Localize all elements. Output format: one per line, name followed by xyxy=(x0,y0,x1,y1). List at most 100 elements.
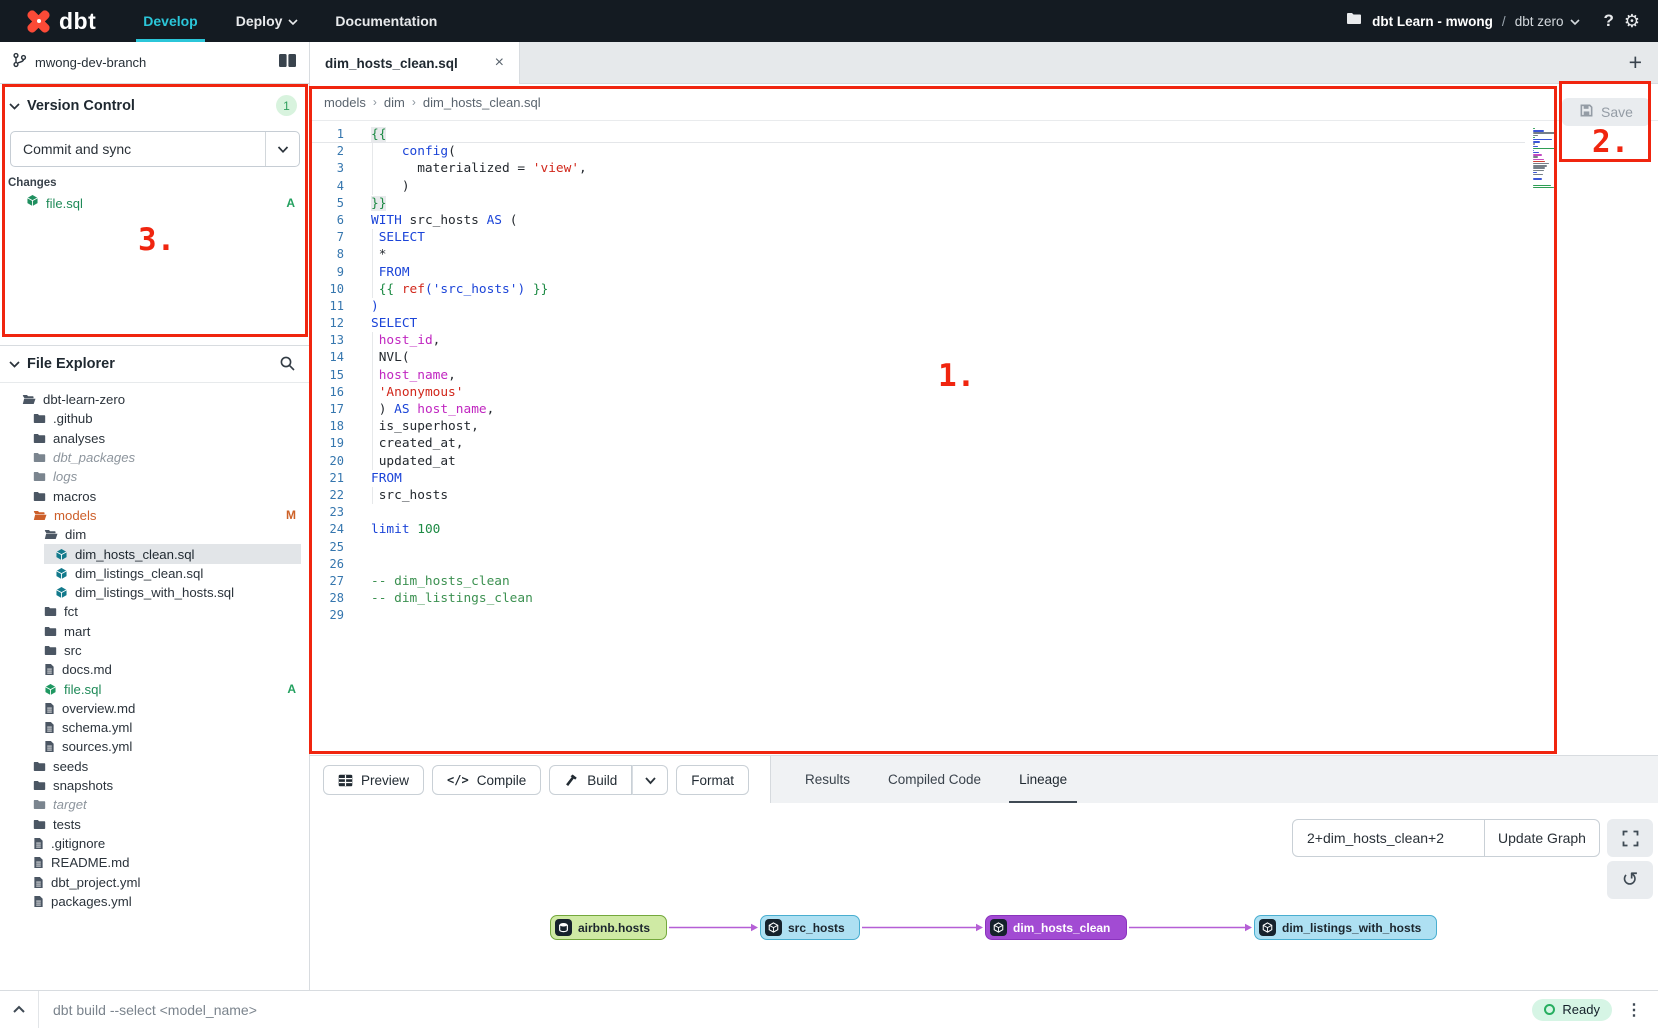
tree-item-fct[interactable]: fct xyxy=(0,602,309,621)
tree-item-file.sql[interactable]: file.sqlA xyxy=(0,679,309,698)
code-line-10[interactable]: 10 {{ ref('src_hosts') }} xyxy=(310,281,1525,298)
code-line-7[interactable]: 7 SELECT xyxy=(310,229,1525,246)
breadcrumb: models › dim › dim_hosts_clean.sql xyxy=(310,84,1658,121)
nav-item-documentation[interactable]: Documentation xyxy=(316,0,456,42)
code-line-18[interactable]: 18 is_superhost, xyxy=(310,418,1525,435)
nav-item-deploy[interactable]: Deploy xyxy=(217,0,317,42)
tree-item-README.md[interactable]: README.md xyxy=(0,853,309,872)
tree-item-schema.yml[interactable]: schema.yml xyxy=(0,718,309,737)
tree-item-tests[interactable]: tests xyxy=(0,815,309,834)
tree-item-dim_listings_with_hosts.sql[interactable]: dim_listings_with_hosts.sql xyxy=(0,583,309,602)
code-line-4[interactable]: 4 ) xyxy=(310,178,1525,195)
tree-item-.gitignore[interactable]: .gitignore xyxy=(0,834,309,853)
code-line-28[interactable]: 28-- dim_listings_clean xyxy=(310,590,1525,607)
breadcrumb-dim[interactable]: dim xyxy=(384,95,405,110)
branch-name[interactable]: mwong-dev-branch xyxy=(35,55,146,70)
code-line-21[interactable]: 21FROM xyxy=(310,470,1525,487)
tree-item-snapshots[interactable]: snapshots xyxy=(0,776,309,795)
divider xyxy=(38,991,39,1028)
code-line-1[interactable]: 1{{ xyxy=(310,126,1525,143)
change-item-file.sql[interactable]: file.sqlA xyxy=(0,193,309,213)
docs-book-icon[interactable] xyxy=(278,53,297,73)
tab-compiled-code[interactable]: Compiled Code xyxy=(882,756,987,803)
build-options-chevron[interactable] xyxy=(632,765,668,795)
chevron-up-icon[interactable] xyxy=(12,1005,26,1014)
tree-item-.github[interactable]: .github xyxy=(0,409,309,428)
tree-item-logs[interactable]: logs xyxy=(0,467,309,486)
code-line-23[interactable]: 23 xyxy=(310,504,1525,521)
search-icon[interactable] xyxy=(279,355,296,377)
code-line-16[interactable]: 16 'Anonymous' xyxy=(310,384,1525,401)
code-line-22[interactable]: 22 src_hosts xyxy=(310,487,1525,504)
code-line-26[interactable]: 26 xyxy=(310,556,1525,573)
file-explorer-header[interactable]: File Explorer xyxy=(0,346,309,383)
lineage-node-dim_listings_with_hosts[interactable]: dim_listings_with_hosts xyxy=(1254,915,1437,940)
command-input[interactable]: dbt build --select <model_name> xyxy=(53,1002,257,1018)
tree-item-models[interactable]: modelsM xyxy=(0,506,309,525)
lineage-node-src_hosts[interactable]: src_hosts xyxy=(760,915,860,940)
line-number: 18 xyxy=(310,418,344,435)
code-line-15[interactable]: 15 host_name, xyxy=(310,367,1525,384)
lineage-node-airbnb.hosts[interactable]: airbnb.hosts xyxy=(550,915,667,940)
tab-dim-hosts-clean[interactable]: dim_hosts_clean.sql × xyxy=(310,42,520,84)
code-line-20[interactable]: 20 updated_at xyxy=(310,453,1525,470)
tree-item-seeds[interactable]: seeds xyxy=(0,757,309,776)
breadcrumb-models[interactable]: models xyxy=(324,95,366,110)
tree-item-src[interactable]: src xyxy=(0,641,309,660)
chevron-down-icon[interactable] xyxy=(265,132,299,166)
breadcrumb-file[interactable]: dim_hosts_clean.sql xyxy=(423,95,541,110)
code-line-19[interactable]: 19 created_at, xyxy=(310,435,1525,452)
tree-item-packages.yml[interactable]: packages.yml xyxy=(0,892,309,911)
code-line-13[interactable]: 13 host_id, xyxy=(310,332,1525,349)
close-icon[interactable]: × xyxy=(495,54,504,72)
code-line-8[interactable]: 8 * xyxy=(310,246,1525,263)
tree-item-sources.yml[interactable]: sources.yml xyxy=(0,737,309,756)
code-line-27[interactable]: 27-- dim_hosts_clean xyxy=(310,573,1525,590)
tree-item-overview.md[interactable]: overview.md xyxy=(0,699,309,718)
nav-item-develop[interactable]: Develop xyxy=(124,0,216,42)
commit-and-sync-select[interactable]: Commit and sync xyxy=(10,131,300,167)
tree-item-target[interactable]: target xyxy=(0,795,309,814)
lineage-node-dim_hosts_clean[interactable]: dim_hosts_clean xyxy=(985,915,1127,940)
code-line-25[interactable]: 25 xyxy=(310,539,1525,556)
gear-icon[interactable]: ⚙ xyxy=(1624,11,1640,32)
code-line-3[interactable]: 3 materialized = 'view', xyxy=(310,160,1525,177)
tree-item-docs.md[interactable]: docs.md xyxy=(0,660,309,679)
code-line-6[interactable]: 6WITH src_hosts AS ( xyxy=(310,212,1525,229)
format-button[interactable]: Format xyxy=(676,765,749,795)
code-line-2[interactable]: 2 config( xyxy=(310,143,1525,160)
version-control-header[interactable]: Version Control 1 xyxy=(0,89,309,123)
tree-item-mart[interactable]: mart xyxy=(0,622,309,641)
tab-lineage[interactable]: Lineage xyxy=(1013,756,1073,803)
code-line-11[interactable]: 11) xyxy=(310,298,1525,315)
tree-item-macros[interactable]: macros xyxy=(0,486,309,505)
kebab-menu-icon[interactable]: ⋮ xyxy=(1626,1000,1642,1020)
tree-item-dbt_packages[interactable]: dbt_packages xyxy=(0,448,309,467)
tree-item-dbt_project.yml[interactable]: dbt_project.yml xyxy=(0,872,309,891)
code-line-24[interactable]: 24limit 100 xyxy=(310,521,1525,538)
cube-icon xyxy=(44,683,57,696)
tab-results[interactable]: Results xyxy=(799,756,856,803)
tree-item-dim_hosts_clean.sql[interactable]: dim_hosts_clean.sql xyxy=(0,544,309,563)
editor-minimap[interactable] xyxy=(1533,128,1559,191)
preview-button[interactable]: Preview xyxy=(323,765,424,795)
code-line-14[interactable]: 14 NVL( xyxy=(310,349,1525,366)
tree-item-dim[interactable]: dim xyxy=(0,525,309,544)
code-line-5[interactable]: 5}} xyxy=(310,195,1525,212)
help-icon[interactable]: ? xyxy=(1603,11,1613,31)
code-line-17[interactable]: 17 ) AS host_name, xyxy=(310,401,1525,418)
save-button[interactable]: Save xyxy=(1562,98,1650,126)
code-lines[interactable]: 1{{2 config(3 materialized = 'view',4 )5… xyxy=(310,126,1525,624)
compile-button[interactable]: </> Compile xyxy=(432,765,541,795)
line-number: 15 xyxy=(310,367,344,384)
tree-item-dbt-learn-zero[interactable]: dbt-learn-zero xyxy=(0,390,309,409)
build-button[interactable]: Build xyxy=(549,765,632,795)
project-selector[interactable]: dbt Learn - mwong / dbt zero xyxy=(1372,14,1579,29)
code-line-12[interactable]: 12SELECT xyxy=(310,315,1525,332)
dbt-logo[interactable]: dbt xyxy=(26,8,96,35)
code-line-9[interactable]: 9 FROM xyxy=(310,264,1525,281)
tree-item-dim_listings_clean.sql[interactable]: dim_listings_clean.sql xyxy=(0,564,309,583)
new-tab-button[interactable]: + xyxy=(1629,49,1642,76)
code-line-29[interactable]: 29 xyxy=(310,607,1525,624)
tree-item-analyses[interactable]: analyses xyxy=(0,429,309,448)
